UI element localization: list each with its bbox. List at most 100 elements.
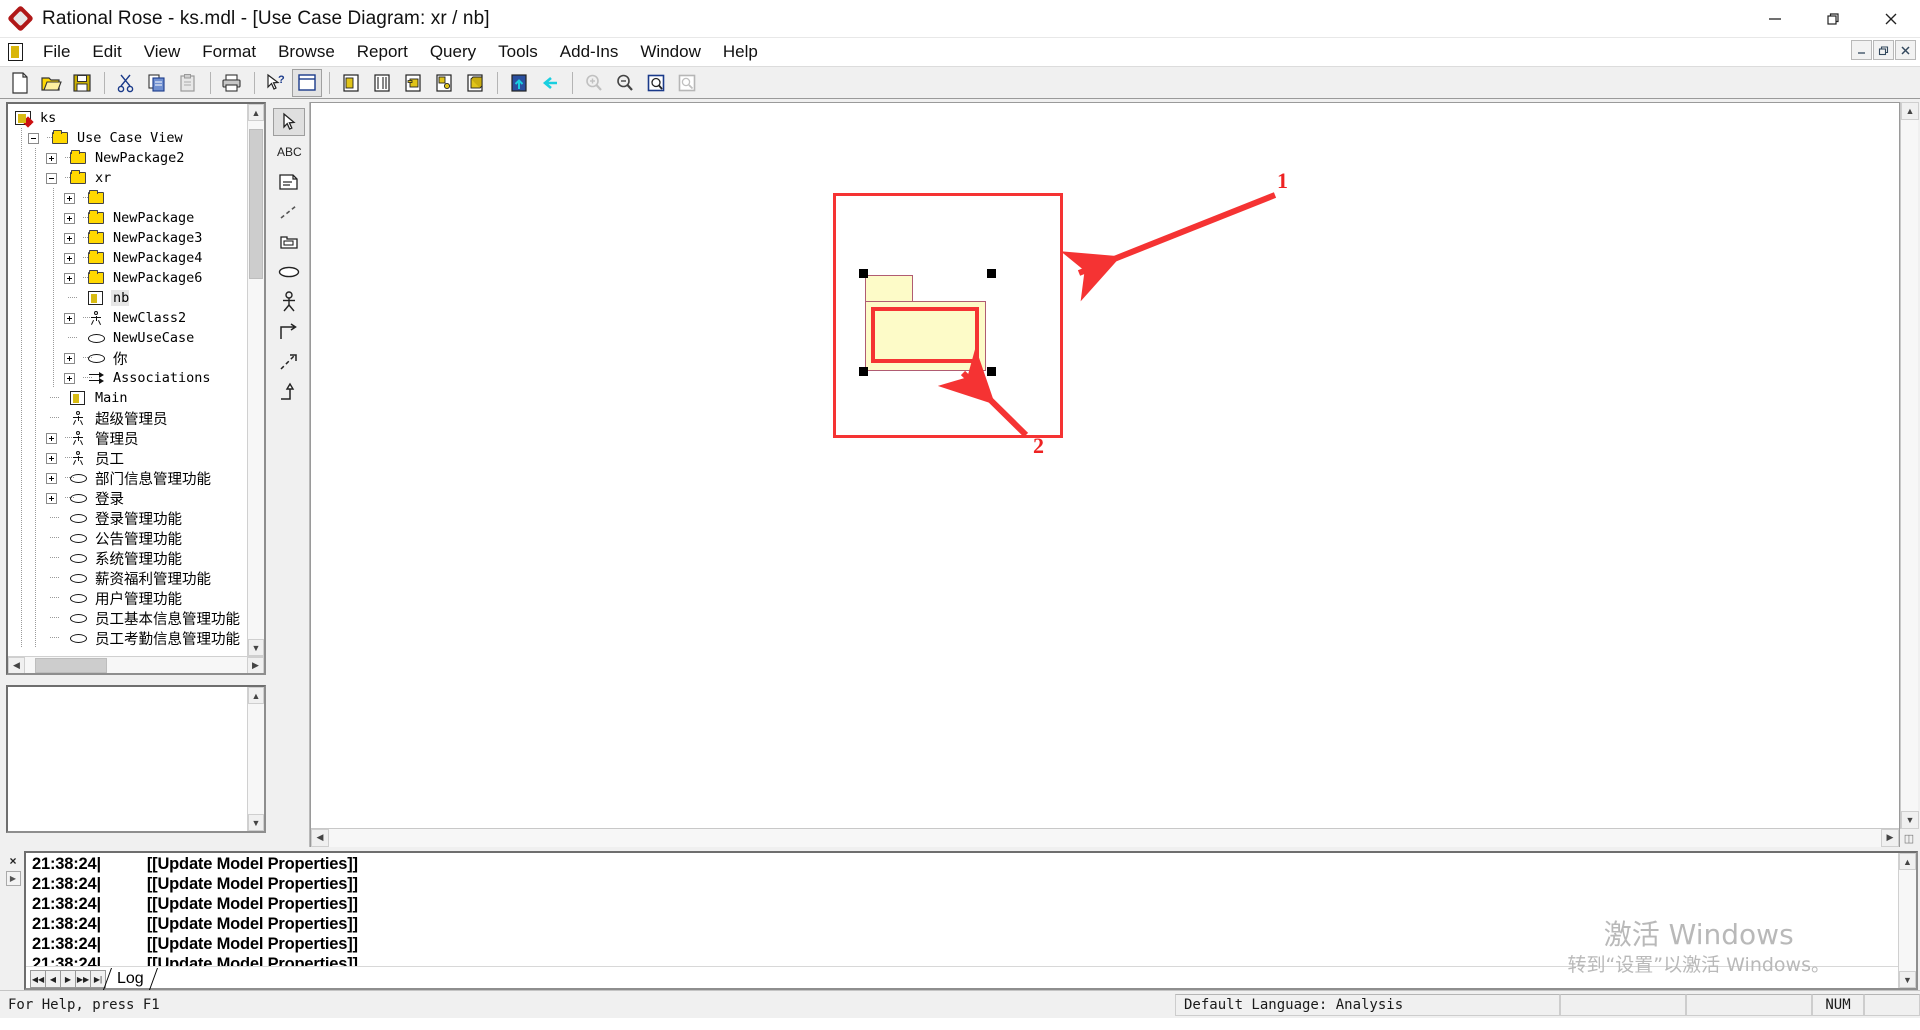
- tree-node[interactable]: 你: [14, 348, 247, 368]
- tree-node[interactable]: NewPackage: [14, 208, 247, 228]
- mdi-restore-button[interactable]: [1873, 40, 1894, 60]
- tree-node[interactable]: 登录管理功能: [14, 508, 247, 528]
- log-window[interactable]: 21:38:24| [[Update Model Properties]] 21:3…: [24, 851, 1918, 990]
- tree-vscroll-track[interactable]: [248, 121, 264, 639]
- tree-node[interactable]: NewUseCase: [14, 328, 247, 348]
- documentation-text-area[interactable]: [8, 687, 247, 831]
- dependency-tool-icon[interactable]: [273, 348, 305, 376]
- log-vscroll-track[interactable]: [1899, 870, 1916, 971]
- tree-node[interactable]: NewClass2: [14, 308, 247, 328]
- log-dropdown-icon[interactable]: ▶: [5, 871, 21, 886]
- generalization-tool-icon[interactable]: [273, 378, 305, 406]
- browse-use-case-diagram-icon[interactable]: [292, 68, 322, 97]
- use-case-tool-icon[interactable]: [273, 258, 305, 286]
- document-system-icon[interactable]: [6, 42, 26, 62]
- log-nav-last-button[interactable]: ▶▶: [75, 970, 91, 988]
- resize-grip-icon[interactable]: ◫: [1900, 829, 1918, 847]
- tree-vscroll-thumb[interactable]: [249, 129, 263, 279]
- browse-deployment-diagram-icon[interactable]: [460, 69, 490, 97]
- menu-item-tools[interactable]: Tools: [487, 39, 549, 65]
- documentation-vertical-scrollbar[interactable]: ▲ ▼: [247, 687, 264, 831]
- tree-expand-button[interactable]: [64, 212, 75, 224]
- tree-node[interactable]: 超级管理员: [14, 408, 247, 428]
- selection-handle-top-left[interactable]: [859, 269, 868, 278]
- tree-node[interactable]: 登录: [14, 488, 247, 508]
- log-tab[interactable]: Log: [113, 970, 154, 988]
- zoom-out-icon[interactable]: [610, 69, 640, 97]
- tree-expand-button[interactable]: [46, 452, 57, 464]
- tree-collapse-button[interactable]: [28, 132, 39, 144]
- tree-scroll-up-button[interactable]: ▲: [248, 104, 264, 121]
- tree-vertical-scrollbar[interactable]: ▲ ▼: [247, 104, 264, 656]
- model-browser-tree[interactable]: ks Use Case View NewPackage2 xr NewPackage Ne…: [6, 102, 266, 675]
- menu-item-edit[interactable]: Edit: [81, 39, 132, 65]
- doc-scroll-down-button[interactable]: ▼: [248, 814, 264, 831]
- tree-hscroll-thumb[interactable]: [35, 657, 107, 673]
- browse-previous-diagram-icon[interactable]: [535, 69, 565, 97]
- tree-node[interactable]: NewPackage3: [14, 228, 247, 248]
- tree-node[interactable]: [14, 188, 247, 208]
- tree-scroll-left-button[interactable]: ◀: [8, 656, 25, 673]
- canvas-scroll-down-button[interactable]: ▼: [1901, 811, 1919, 829]
- context-help-icon[interactable]: ?: [261, 69, 291, 97]
- note-tool-icon[interactable]: [273, 168, 305, 196]
- menu-item-browse[interactable]: Browse: [267, 39, 346, 65]
- tree-horizontal-scrollbar[interactable]: ◀ ▶: [8, 656, 264, 673]
- tree-expand-button[interactable]: [64, 232, 75, 244]
- package-element-nb[interactable]: [863, 275, 988, 373]
- menu-item-file[interactable]: File: [32, 39, 81, 65]
- selection-handle-bottom-left[interactable]: [859, 367, 868, 376]
- selection-handle-top-right[interactable]: [987, 269, 996, 278]
- canvas-vertical-scrollbar[interactable]: ▲ ▼: [1900, 102, 1919, 829]
- documentation-window[interactable]: ▲ ▼: [6, 685, 266, 833]
- log-nav-prev-button[interactable]: ◀: [45, 970, 61, 988]
- menu-item-add-ins[interactable]: Add-Ins: [549, 39, 630, 65]
- print-icon[interactable]: [217, 69, 247, 97]
- text-box-tool-icon[interactable]: ABC: [273, 138, 305, 166]
- tree-hscroll-track[interactable]: [25, 656, 247, 673]
- tree-expand-button[interactable]: [64, 192, 75, 204]
- menu-item-report[interactable]: Report: [346, 39, 419, 65]
- tree-node[interactable]: 系统管理功能: [14, 548, 247, 568]
- tree-collapse-button[interactable]: [46, 172, 57, 184]
- zoom-in-icon[interactable]: [579, 69, 609, 97]
- canvas-hscroll-track[interactable]: [329, 828, 1881, 847]
- canvas-scroll-left-button[interactable]: ◀: [311, 828, 329, 847]
- undo-fit-in-window-icon[interactable]: [672, 69, 702, 97]
- open-file-icon[interactable]: [36, 69, 66, 97]
- tree-node[interactable]: 薪资福利管理功能: [14, 568, 247, 588]
- new-file-icon[interactable]: [5, 69, 35, 97]
- tree-expand-button[interactable]: [64, 312, 75, 324]
- log-nav-next-button[interactable]: ▶: [60, 970, 76, 988]
- log-nav-first-button[interactable]: ◀◀: [30, 970, 46, 988]
- use-case-diagram-canvas[interactable]: 1 2: [311, 103, 1899, 828]
- tree-expand-button[interactable]: [46, 492, 57, 504]
- log-scroll-down-button[interactable]: ▼: [1899, 971, 1916, 988]
- log-close-icon[interactable]: ×: [6, 853, 21, 868]
- copy-icon[interactable]: [142, 69, 172, 97]
- tree-expand-button[interactable]: [64, 372, 75, 384]
- tree-node[interactable]: NewPackage4: [14, 248, 247, 268]
- tree-scroll-down-button[interactable]: ▼: [248, 639, 264, 656]
- tree-node[interactable]: NewPackage2: [14, 148, 247, 168]
- tree-expand-button[interactable]: [46, 152, 57, 164]
- browse-parent-icon[interactable]: [504, 69, 534, 97]
- canvas-scroll-right-button[interactable]: ▶: [1881, 828, 1899, 847]
- menu-item-query[interactable]: Query: [419, 39, 487, 65]
- cut-icon[interactable]: [111, 69, 141, 97]
- paste-icon[interactable]: [173, 69, 203, 97]
- browse-component-diagram-icon[interactable]: [398, 69, 428, 97]
- anchor-note-tool-icon[interactable]: [273, 198, 305, 226]
- menu-item-window[interactable]: Window: [629, 39, 711, 65]
- menu-item-help[interactable]: Help: [712, 39, 769, 65]
- tree-node[interactable]: NewPackage6: [14, 268, 247, 288]
- minimize-button[interactable]: [1746, 0, 1804, 38]
- browse-state-machine-diagram-icon[interactable]: [429, 69, 459, 97]
- canvas-vscroll-track[interactable]: [1901, 120, 1918, 811]
- tree-node[interactable]: 用户管理功能: [14, 588, 247, 608]
- tree-node[interactable]: 员工考勤信息管理功能: [14, 628, 247, 648]
- browse-class-diagram-icon[interactable]: [336, 69, 366, 97]
- doc-vscroll-track[interactable]: [248, 704, 264, 814]
- tree-expand-button[interactable]: [64, 272, 75, 284]
- doc-scroll-up-button[interactable]: ▲: [248, 687, 264, 704]
